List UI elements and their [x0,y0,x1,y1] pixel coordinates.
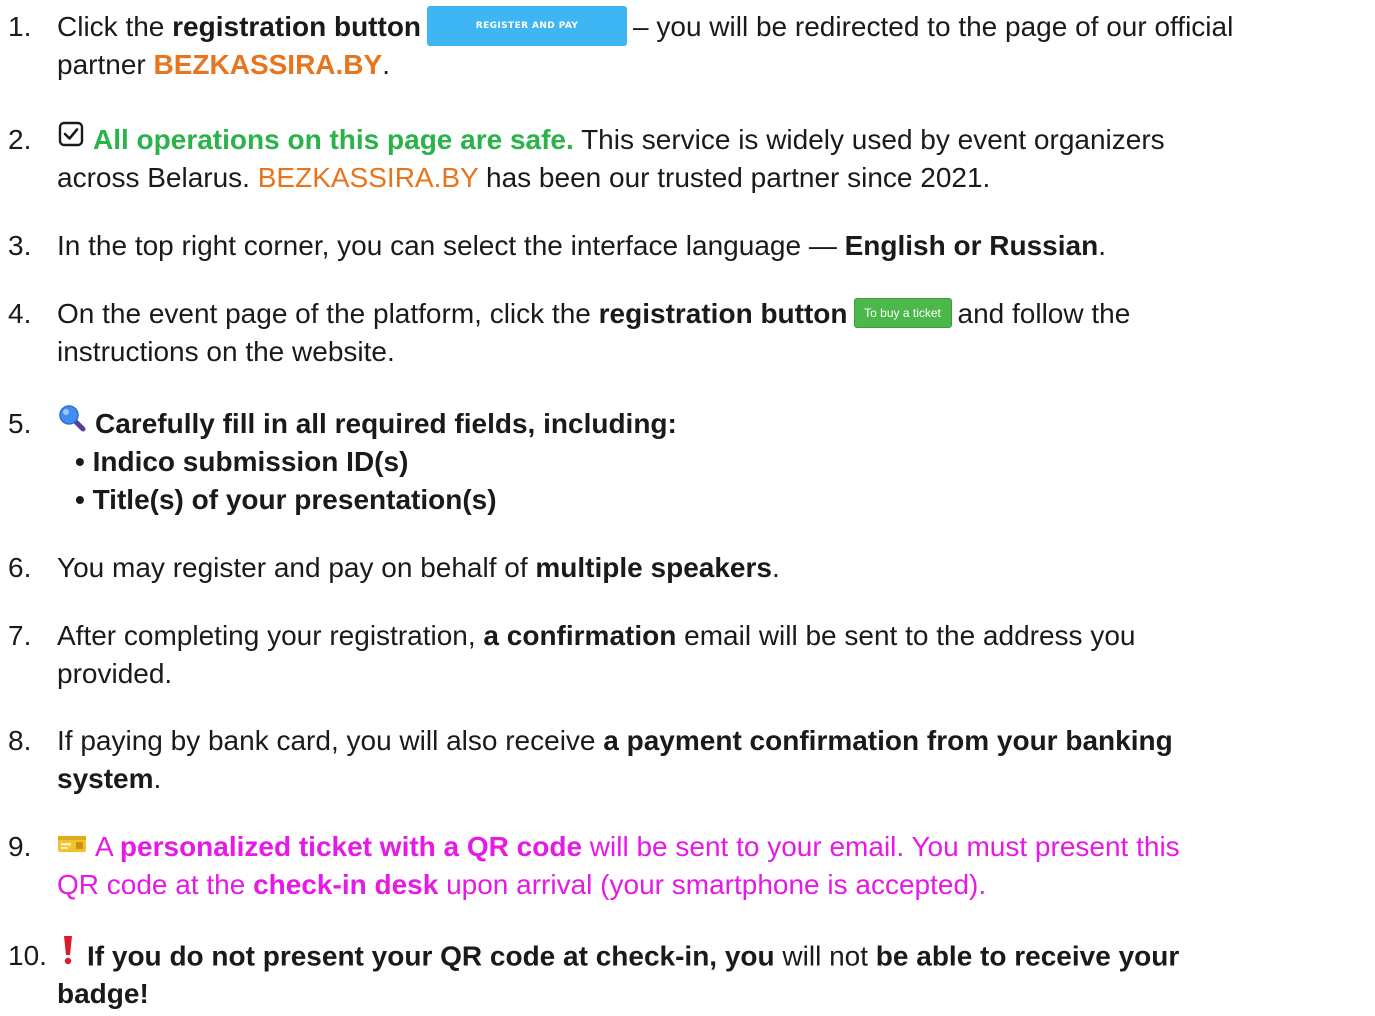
item-number: 6. [8,552,32,583]
item-line: You may register and pay on behalf of mu… [57,549,780,587]
item-line: QR code at the check-in desk upon arriva… [57,866,986,904]
item-text-bold: personalized ticket with a QR code [119,831,583,862]
item-number: 10. [8,940,47,971]
item-number: 5. [8,408,32,439]
item-text: You may register and pay on behalf of [57,552,536,583]
partner-link[interactable]: BEZKASSIRA.BY [154,49,383,80]
item-text: email will be sent to the address you [676,620,1136,651]
item-text: across Belarus. [57,162,258,193]
item-text-bold: badge! [57,978,149,1009]
item-text: . [382,49,390,80]
item-text-bold: • Indico submission ID(s) [75,446,409,477]
item-line: system. [57,760,161,798]
magnifier-icon [57,403,87,443]
item-text-bold: • Title(s) of your presentation(s) [75,484,497,515]
item-text-bold: multiple speakers [535,552,772,583]
item-text-bold: If you do not present your QR code at ch… [87,940,775,972]
item-line: partner BEZKASSIRA.BY. [57,46,390,84]
item-text: instructions on the website. [57,336,395,367]
item-text-bold: be able to receive your [875,940,1180,972]
item-line: Carefully fill in all required fields, i… [57,403,677,443]
item-text-bold: a payment confirmation from your banking [603,725,1173,756]
item-text-bold: registration button [172,11,422,42]
item-text: . [771,552,780,583]
item-line: On the event page of the platform, click… [57,295,1130,333]
item-text-bold: English or Russian [844,230,1099,261]
item-line: provided. [57,655,172,693]
register-and-pay-button[interactable]: REGISTER AND PAY [427,5,628,46]
item-text-bold: All operations on this page are safe. [93,124,574,155]
item-text: and follow the [957,298,1131,329]
item-number: 2. [8,124,32,155]
ticket-icon [57,827,87,865]
item-line: After completing your registration, a co… [57,617,1135,655]
item-text: A [95,831,120,862]
item-text: upon arrival (your smartphone is accepte… [438,869,987,900]
buy-ticket-button[interactable]: To buy a ticket [853,297,952,328]
item-number: 9. [8,831,32,862]
item-text: will not [774,940,876,972]
item-line: • Title(s) of your presentation(s) [75,481,497,519]
item-text: . [153,763,162,794]
item-number: 3. [8,230,32,261]
item-line: If paying by bank card, you will also re… [57,722,1173,760]
item-text: QR code at the [57,869,254,900]
item-text-bold: Carefully fill in all required fields, i… [95,408,677,439]
item-text: If paying by bank card, you will also re… [57,725,604,756]
item-number: 8. [8,725,32,756]
item-line: Click the registration button REGISTER AN… [57,5,1234,46]
exclamation-icon [57,934,79,976]
instructions-page: 1. Click the registration button REGISTER… [0,0,1375,1016]
item-text: will be sent to your email. You must pre… [582,831,1180,862]
item-number: 4. [8,298,32,329]
item-text-bold: a confirmation [483,620,677,651]
item-text: – you will be redirected to the page of … [633,11,1234,42]
item-text: partner [57,49,154,80]
item-text: has been our trusted partner since 2021. [478,162,991,193]
item-line: If you do not present your QR code at ch… [57,934,1180,976]
item-line: In the top right corner, you can select … [57,227,1106,265]
checkbox-checked-icon [57,120,85,158]
item-line: A personalized ticket with a QR code wil… [57,828,1180,866]
item-text: On the event page of the platform, click… [57,298,599,329]
item-text: After completing your registration, [57,620,484,651]
item-text-bold: system [57,763,154,794]
item-line: badge! [57,975,149,1013]
item-line: across Belarus. BEZKASSIRA.BY has been o… [57,159,990,197]
item-text: In the top right corner, you can select … [57,230,845,261]
item-line: All operations on this page are safe. Th… [57,121,1165,159]
item-text-bold: check-in desk [253,869,439,900]
item-line: • Indico submission ID(s) [75,443,408,481]
item-number: 7. [8,620,32,651]
partner-link[interactable]: BEZKASSIRA.BY [258,162,478,193]
item-text: Click the [57,11,173,42]
item-line: instructions on the website. [57,333,395,371]
item-text: . [1098,230,1106,261]
item-text-bold: registration button [598,298,848,329]
item-text: This service is widely used by event org… [573,124,1165,155]
item-number: 1. [8,11,32,42]
item-text: provided. [57,658,173,689]
